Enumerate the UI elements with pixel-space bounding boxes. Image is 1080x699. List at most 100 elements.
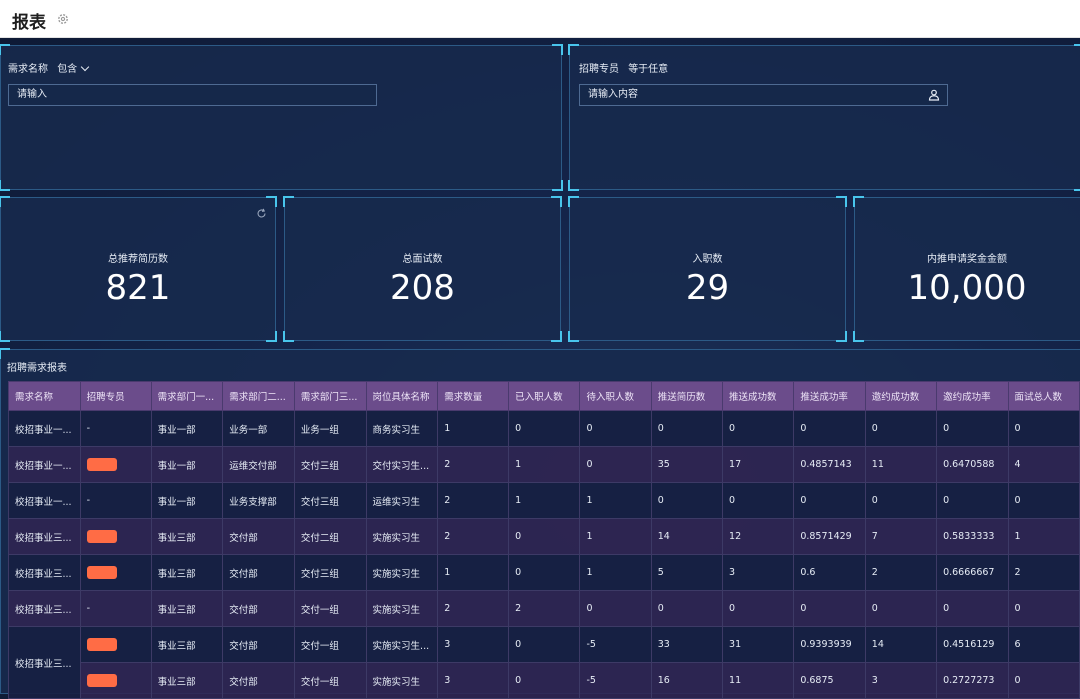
table-cell: 1 <box>579 518 652 555</box>
recruiter-avatar-tag[interactable] <box>86 566 117 579</box>
user-icon[interactable] <box>928 89 940 101</box>
table-cell: 交付三组 <box>293 554 367 591</box>
column-header[interactable]: 待入职人数 <box>579 381 652 411</box>
table-cell <box>79 554 152 591</box>
kpi-card-total-interviews: 总面试数 208 <box>283 196 562 342</box>
table-cell: 实施实习生 <box>365 518 439 555</box>
column-header[interactable]: 岗位具体名称 <box>365 381 439 411</box>
table-cell: 0 <box>722 410 795 447</box>
table-cell: 0 <box>793 482 866 519</box>
column-header[interactable]: 邀约成功数 <box>864 381 938 411</box>
table-cell: 0.9393939 <box>793 626 866 663</box>
table-cell: 事业三部 <box>150 518 224 555</box>
report-table: 需求名称 招聘专员 需求部门一... 需求部门二... 需求部门三... 岗位具… <box>8 381 1080 699</box>
table-row[interactable]: 校招事业三... 事业三部 交付部 交付一组 实施实习生... 3 0 -5 33 31 0.939… <box>8 626 1080 699</box>
table-cell: 校招事业一... <box>8 446 81 483</box>
page-title: 报表 <box>12 13 46 33</box>
kpi-label: 入职数 <box>692 254 723 265</box>
filter-panel-recruiter: 招聘专员 等于任意 请输入内容 <box>568 44 1080 191</box>
table-cell: 3 <box>437 626 510 663</box>
table-cell: 0 <box>650 590 724 627</box>
table-cell: 业务一组 <box>293 410 367 447</box>
table-cell: 事业一部 <box>150 446 224 483</box>
table-cell: 0 <box>579 410 652 447</box>
table-cell: 0 <box>508 410 581 447</box>
table-cell: 0 <box>650 410 724 447</box>
table-cell <box>79 518 152 555</box>
table-cell: 0 <box>793 590 866 627</box>
table-row[interactable]: 校招事业一... - 事业一部 业务一部 业务一组 商务实习生 1 0 0 0 0 0 0 0 0 <box>8 410 1080 447</box>
table-cell: 1 <box>508 482 581 519</box>
table-cell: 0.4857143 <box>793 446 866 483</box>
table-cell: 0 <box>1007 590 1080 627</box>
table-cell: 校招事业三... <box>8 518 81 555</box>
report-table-body: 校招事业一... - 事业一部 业务一部 业务一组 商务实习生 1 0 0 0 0 0 0 0 0 校招事业一… <box>8 410 1080 699</box>
table-row[interactable]: 校招事业一... 事业一部 运维交付部 交付三组 交付实习生... 2 1 0 35 17 0.48… <box>8 446 1080 483</box>
table-cell: -5 <box>579 626 652 663</box>
table-cell: 2 <box>437 482 510 519</box>
table-cell: 交付部 <box>222 662 295 699</box>
table-cell: 1 <box>437 554 510 591</box>
recruiter-avatar-tag[interactable] <box>86 638 117 651</box>
column-header[interactable]: 推送成功数 <box>722 381 795 411</box>
table-row[interactable]: 校招事业三... - 事业三部 交付部 交付一组 实施实习生 2 2 0 0 0 0 0 0 0 <box>8 590 1080 627</box>
kpi-value: 208 <box>390 268 455 308</box>
column-header[interactable]: 面试总人数 <box>1007 381 1080 411</box>
table-cell: 3 <box>722 554 795 591</box>
table-cell: 3 <box>437 662 510 699</box>
table-cell: 14 <box>650 518 724 555</box>
table-cell: 事业三部 <box>150 626 224 663</box>
table-row[interactable]: 校招事业三... 事业三部 交付部 交付三组 实施实习生 1 0 1 5 3 0.6 2 0.66666… <box>8 554 1080 591</box>
table-cell: 35 <box>650 446 724 483</box>
filter-operator[interactable]: 等于任意 <box>628 64 668 75</box>
column-header[interactable]: 已入职人数 <box>508 381 581 411</box>
table-cell: 0 <box>1007 662 1080 699</box>
column-header[interactable]: 邀约成功率 <box>936 381 1009 411</box>
table-cell: 0 <box>864 482 938 519</box>
table-cell: 0.5833333 <box>936 518 1009 555</box>
table-cell: 16 <box>650 662 724 699</box>
gear-icon[interactable] <box>56 12 70 26</box>
column-header[interactable]: 需求数量 <box>437 381 510 411</box>
recruiter-avatar-tag[interactable] <box>86 530 117 543</box>
column-header[interactable]: 需求部门三... <box>293 381 367 411</box>
table-cell: 2 <box>508 590 581 627</box>
kpi-label: 总推荐简历数 <box>108 254 168 265</box>
table-cell: 0 <box>793 410 866 447</box>
table-row[interactable]: 事业三部 交付部 交付一组 实施实习生 3 0 -5 16 11 0.6875 3 0.2727273… <box>9 662 1080 699</box>
recruiter-avatar-tag[interactable] <box>86 458 117 471</box>
table-cell: 1 <box>508 446 581 483</box>
column-header[interactable]: 需求部门一... <box>150 381 224 411</box>
table-cell: 0 <box>579 590 652 627</box>
table-cell: 11 <box>864 446 938 483</box>
table-cell <box>79 446 152 483</box>
column-header[interactable]: 推送成功率 <box>793 381 866 411</box>
recruiter-input[interactable]: 请输入内容 <box>579 84 948 106</box>
table-cell: 校招事业三... <box>8 554 81 591</box>
table-cell: 事业一部 <box>150 482 224 519</box>
table-cell: 交付二组 <box>293 518 367 555</box>
column-header[interactable]: 需求部门二... <box>222 381 295 411</box>
column-header[interactable]: 推送简历数 <box>650 381 724 411</box>
table-cell: 交付部 <box>222 626 295 663</box>
table-cell: 0 <box>508 518 581 555</box>
table-row[interactable]: 校招事业三... 事业三部 交付部 交付二组 实施实习生 2 0 1 14 12 0.8571429… <box>8 518 1080 555</box>
table-cell: 事业一部 <box>150 410 224 447</box>
table-row[interactable]: 校招事业一... - 事业一部 业务支撑部 交付三组 运维实习生 2 1 1 0 0 0 0 0 0 <box>8 482 1080 519</box>
kpi-label: 总面试数 <box>402 254 443 265</box>
refresh-icon[interactable] <box>256 208 267 219</box>
recruiter-avatar-tag[interactable] <box>86 674 117 687</box>
filter-operator-dropdown[interactable]: 包含 <box>57 62 90 75</box>
demand-name-input[interactable]: 请输入 <box>8 84 377 106</box>
table-cell: 0 <box>508 554 581 591</box>
table-cell: 校招事业三... <box>8 590 81 627</box>
column-header[interactable]: 需求名称 <box>8 381 81 411</box>
kpi-card-total-resumes: 总推荐简历数 821 <box>0 196 277 342</box>
table-cell <box>79 626 152 663</box>
filter-field-name: 招聘专员 <box>579 64 619 75</box>
column-header[interactable]: 招聘专员 <box>79 381 152 411</box>
table-cell: 33 <box>650 626 724 663</box>
table-cell: 31 <box>722 626 795 663</box>
table-cell: 运维实习生 <box>365 482 439 519</box>
table-cell: - <box>79 482 152 519</box>
